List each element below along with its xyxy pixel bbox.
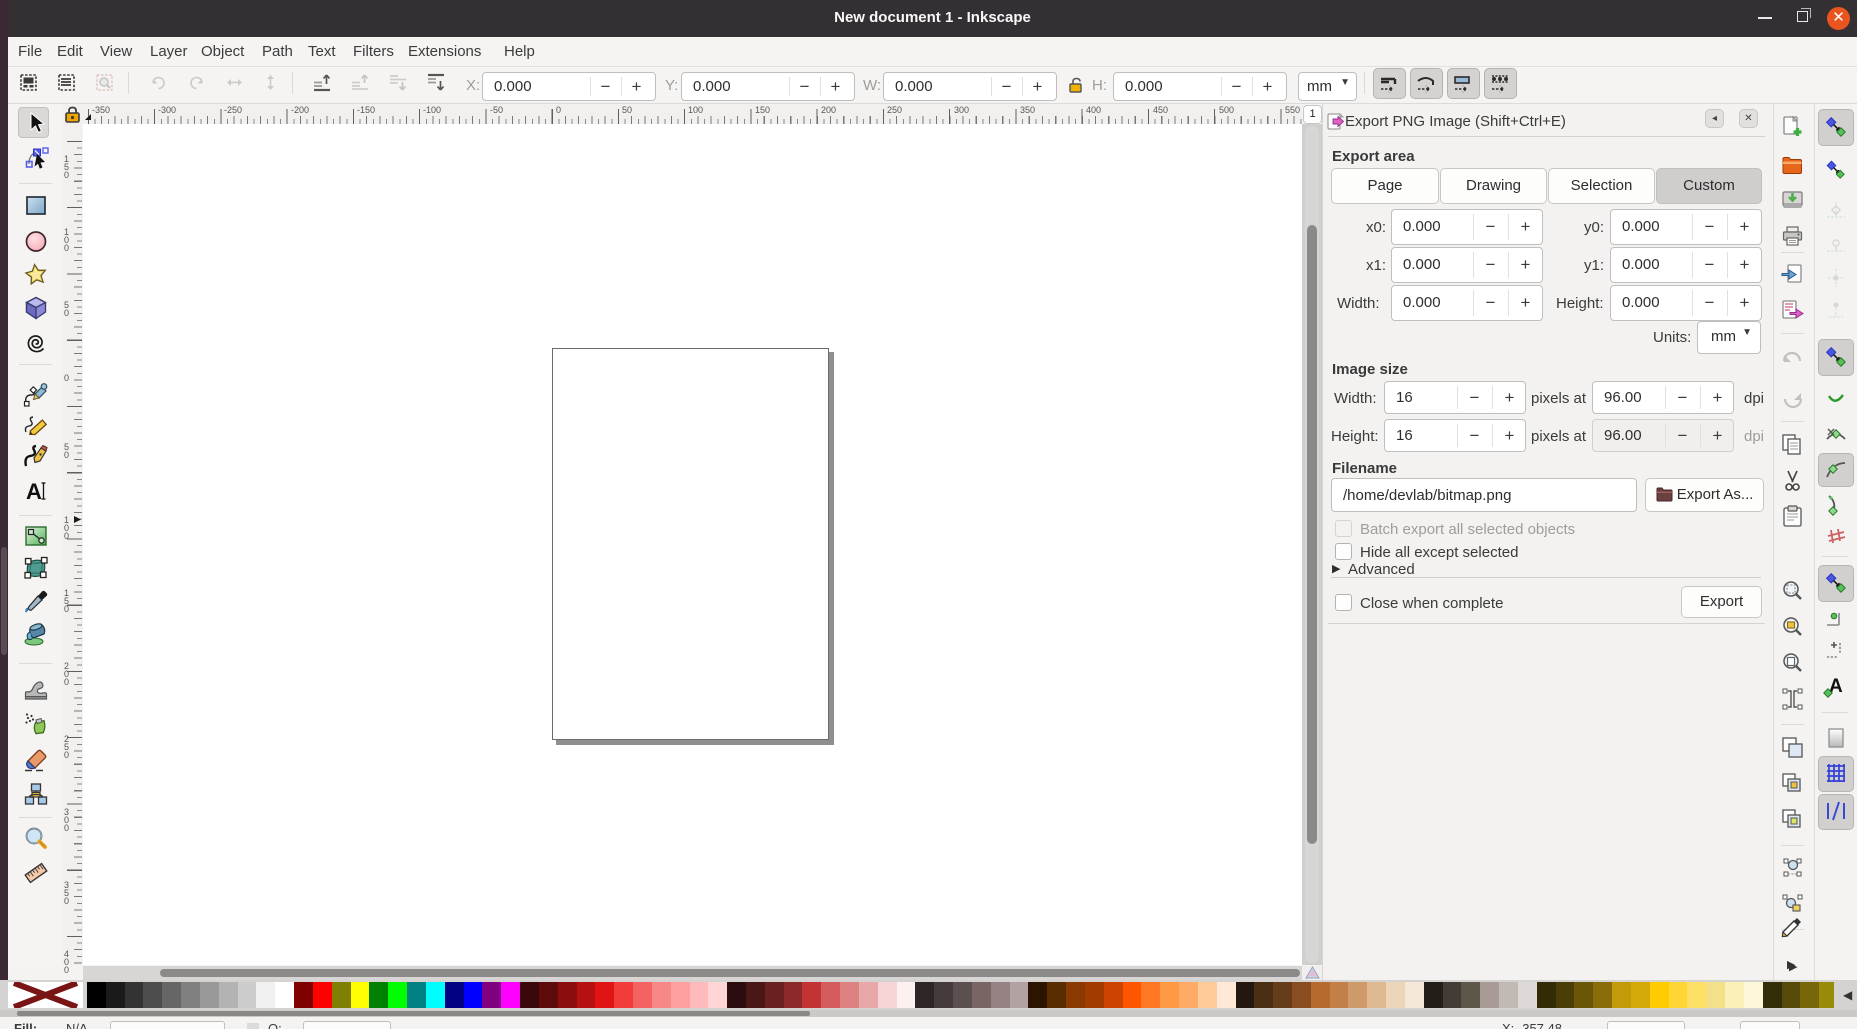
svg-text:A: A — [26, 479, 42, 504]
